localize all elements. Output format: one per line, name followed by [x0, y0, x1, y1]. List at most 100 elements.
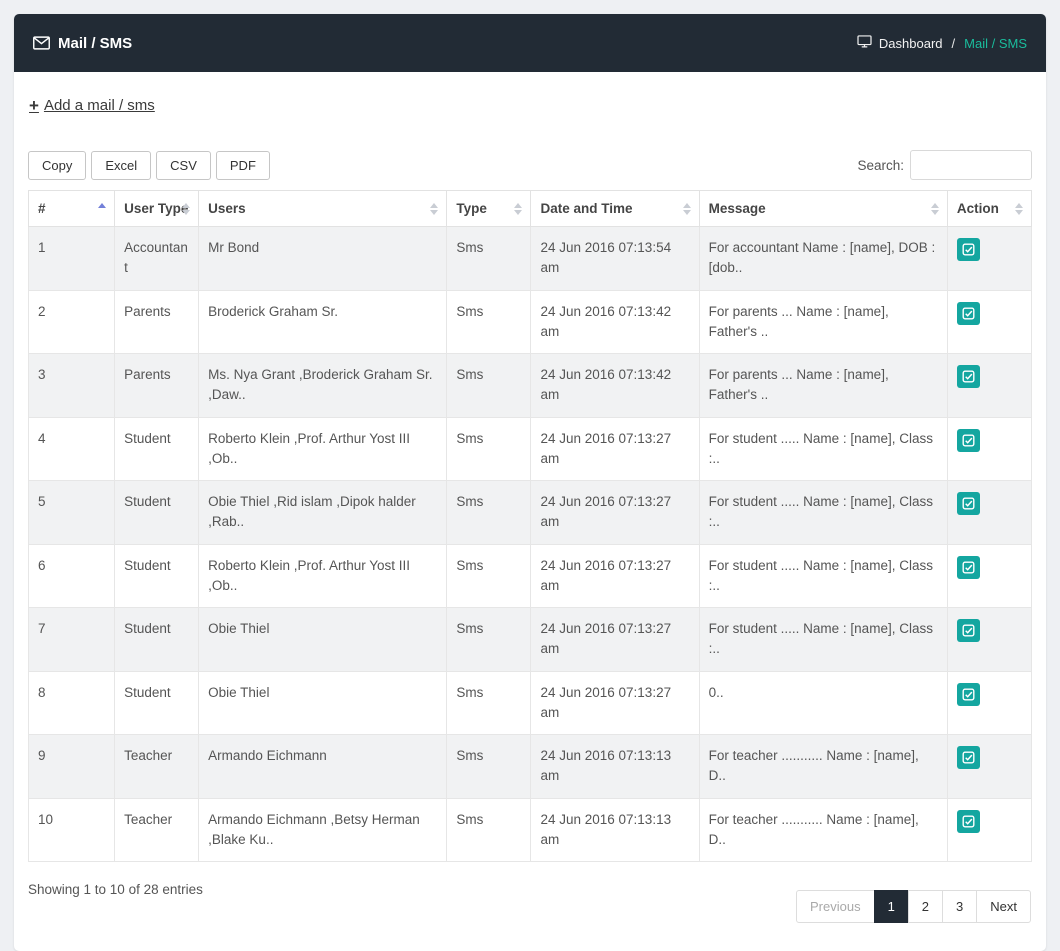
- view-mail-button[interactable]: [957, 302, 980, 325]
- cell-users: Broderick Graham Sr.: [199, 290, 447, 354]
- cell-users: Obie Thiel ,Rid islam ,Dipok halder ,Rab…: [199, 481, 447, 545]
- column-header-datetime[interactable]: Date and Time: [531, 191, 699, 227]
- table-row: 6StudentRoberto Klein ,Prof. Arthur Yost…: [29, 544, 1032, 608]
- column-header-num[interactable]: #: [29, 191, 115, 227]
- cell-users: Obie Thiel: [199, 608, 447, 672]
- view-mail-button[interactable]: [957, 365, 980, 388]
- cell-users: Ms. Nya Grant ,Broderick Graham Sr. ,Daw…: [199, 354, 447, 418]
- cell-type: Sms: [447, 671, 531, 735]
- cell-action: [947, 417, 1031, 481]
- table-row: 3ParentsMs. Nya Grant ,Broderick Graham …: [29, 354, 1032, 418]
- cell-datetime: 24 Jun 2016 07:13:42 am: [531, 354, 699, 418]
- cell-type: Sms: [447, 354, 531, 418]
- cell-datetime: 24 Jun 2016 07:13:27 am: [531, 544, 699, 608]
- cell-user-type: Teacher: [115, 735, 199, 799]
- view-mail-button[interactable]: [957, 619, 980, 642]
- search-label: Search:: [857, 158, 904, 173]
- table-row: 10TeacherArmando Eichmann ,Betsy Herman …: [29, 798, 1032, 862]
- cell-action: [947, 735, 1031, 799]
- cell-message: For accountant Name : [name], DOB : [dob…: [699, 227, 947, 291]
- view-mail-button[interactable]: [957, 746, 980, 769]
- cell-num: 9: [29, 735, 115, 799]
- table-body: 1AccountantMr BondSms24 Jun 2016 07:13:5…: [29, 227, 1032, 862]
- check-square-icon: [962, 624, 975, 637]
- page-button-2[interactable]: 2: [908, 890, 943, 923]
- cell-type: Sms: [447, 227, 531, 291]
- cell-action: [947, 354, 1031, 418]
- page-button-1[interactable]: 1: [874, 890, 909, 923]
- page-button-3[interactable]: 3: [942, 890, 977, 923]
- check-square-icon: [962, 815, 975, 828]
- table-toolbar: CopyExcelCSVPDF Search:: [28, 150, 1032, 180]
- cell-type: Sms: [447, 417, 531, 481]
- cell-num: 5: [29, 481, 115, 545]
- view-mail-button[interactable]: [957, 556, 980, 579]
- sort-arrows-icon: [514, 203, 522, 215]
- sort-arrows-icon: [1015, 203, 1023, 215]
- cell-users: Roberto Klein ,Prof. Arthur Yost III ,Ob…: [199, 544, 447, 608]
- check-square-icon: [962, 243, 975, 256]
- table-row: 4StudentRoberto Klein ,Prof. Arthur Yost…: [29, 417, 1032, 481]
- breadcrumb: Dashboard / Mail / SMS: [857, 35, 1027, 51]
- search-container: Search:: [857, 150, 1032, 180]
- cell-message: For parents ... Name : [name], Father's …: [699, 290, 947, 354]
- cell-action: [947, 798, 1031, 862]
- cell-user-type: Parents: [115, 290, 199, 354]
- cell-action: [947, 608, 1031, 672]
- view-mail-button[interactable]: [957, 683, 980, 706]
- cell-type: Sms: [447, 544, 531, 608]
- cell-type: Sms: [447, 481, 531, 545]
- cell-users: Armando Eichmann: [199, 735, 447, 799]
- add-mail-sms-link[interactable]: + Add a mail / sms: [29, 97, 155, 114]
- column-header-type[interactable]: Type: [447, 191, 531, 227]
- cell-message: For student ..... Name : [name], Class :…: [699, 608, 947, 672]
- panel-body: + Add a mail / sms CopyExcelCSVPDF Searc…: [14, 72, 1046, 951]
- page-button-previous[interactable]: Previous: [796, 890, 875, 923]
- table-row: 1AccountantMr BondSms24 Jun 2016 07:13:5…: [29, 227, 1032, 291]
- cell-user-type: Parents: [115, 354, 199, 418]
- excel-export-button[interactable]: Excel: [91, 151, 151, 180]
- cell-num: 6: [29, 544, 115, 608]
- envelope-icon: [33, 36, 50, 50]
- cell-num: 4: [29, 417, 115, 481]
- pagination: Previous123Next: [796, 890, 1031, 923]
- cell-num: 3: [29, 354, 115, 418]
- cell-message: For student ..... Name : [name], Class :…: [699, 417, 947, 481]
- table-row: 7StudentObie ThielSms24 Jun 2016 07:13:2…: [29, 608, 1032, 672]
- pdf-export-button[interactable]: PDF: [216, 151, 270, 180]
- breadcrumb-separator: /: [950, 36, 958, 51]
- view-mail-button[interactable]: [957, 429, 980, 452]
- column-header-user-type[interactable]: User Type: [115, 191, 199, 227]
- cell-num: 8: [29, 671, 115, 735]
- cell-datetime: 24 Jun 2016 07:13:27 am: [531, 608, 699, 672]
- check-square-icon: [962, 497, 975, 510]
- column-header-message[interactable]: Message: [699, 191, 947, 227]
- cell-message: 0..: [699, 671, 947, 735]
- check-square-icon: [962, 751, 975, 764]
- page-button-next[interactable]: Next: [976, 890, 1031, 923]
- view-mail-button[interactable]: [957, 810, 980, 833]
- search-input[interactable]: [910, 150, 1032, 180]
- view-mail-button[interactable]: [957, 238, 980, 261]
- check-square-icon: [962, 370, 975, 383]
- cell-datetime: 24 Jun 2016 07:13:13 am: [531, 735, 699, 799]
- cell-num: 1: [29, 227, 115, 291]
- column-header-action[interactable]: Action: [947, 191, 1031, 227]
- column-header-users[interactable]: Users: [199, 191, 447, 227]
- cell-action: [947, 481, 1031, 545]
- csv-export-button[interactable]: CSV: [156, 151, 211, 180]
- check-square-icon: [962, 561, 975, 574]
- cell-message: For parents ... Name : [name], Father's …: [699, 354, 947, 418]
- cell-action: [947, 544, 1031, 608]
- mail-sms-table: #User TypeUsersTypeDate and TimeMessageA…: [28, 190, 1032, 862]
- cell-message: For student ..... Name : [name], Class :…: [699, 544, 947, 608]
- cell-user-type: Accountant: [115, 227, 199, 291]
- cell-user-type: Student: [115, 544, 199, 608]
- copy-export-button[interactable]: Copy: [28, 151, 86, 180]
- page-title: Mail / SMS: [33, 35, 132, 52]
- cell-action: [947, 227, 1031, 291]
- cell-datetime: 24 Jun 2016 07:13:42 am: [531, 290, 699, 354]
- cell-action: [947, 290, 1031, 354]
- breadcrumb-dashboard-link[interactable]: Dashboard: [879, 36, 943, 51]
- view-mail-button[interactable]: [957, 492, 980, 515]
